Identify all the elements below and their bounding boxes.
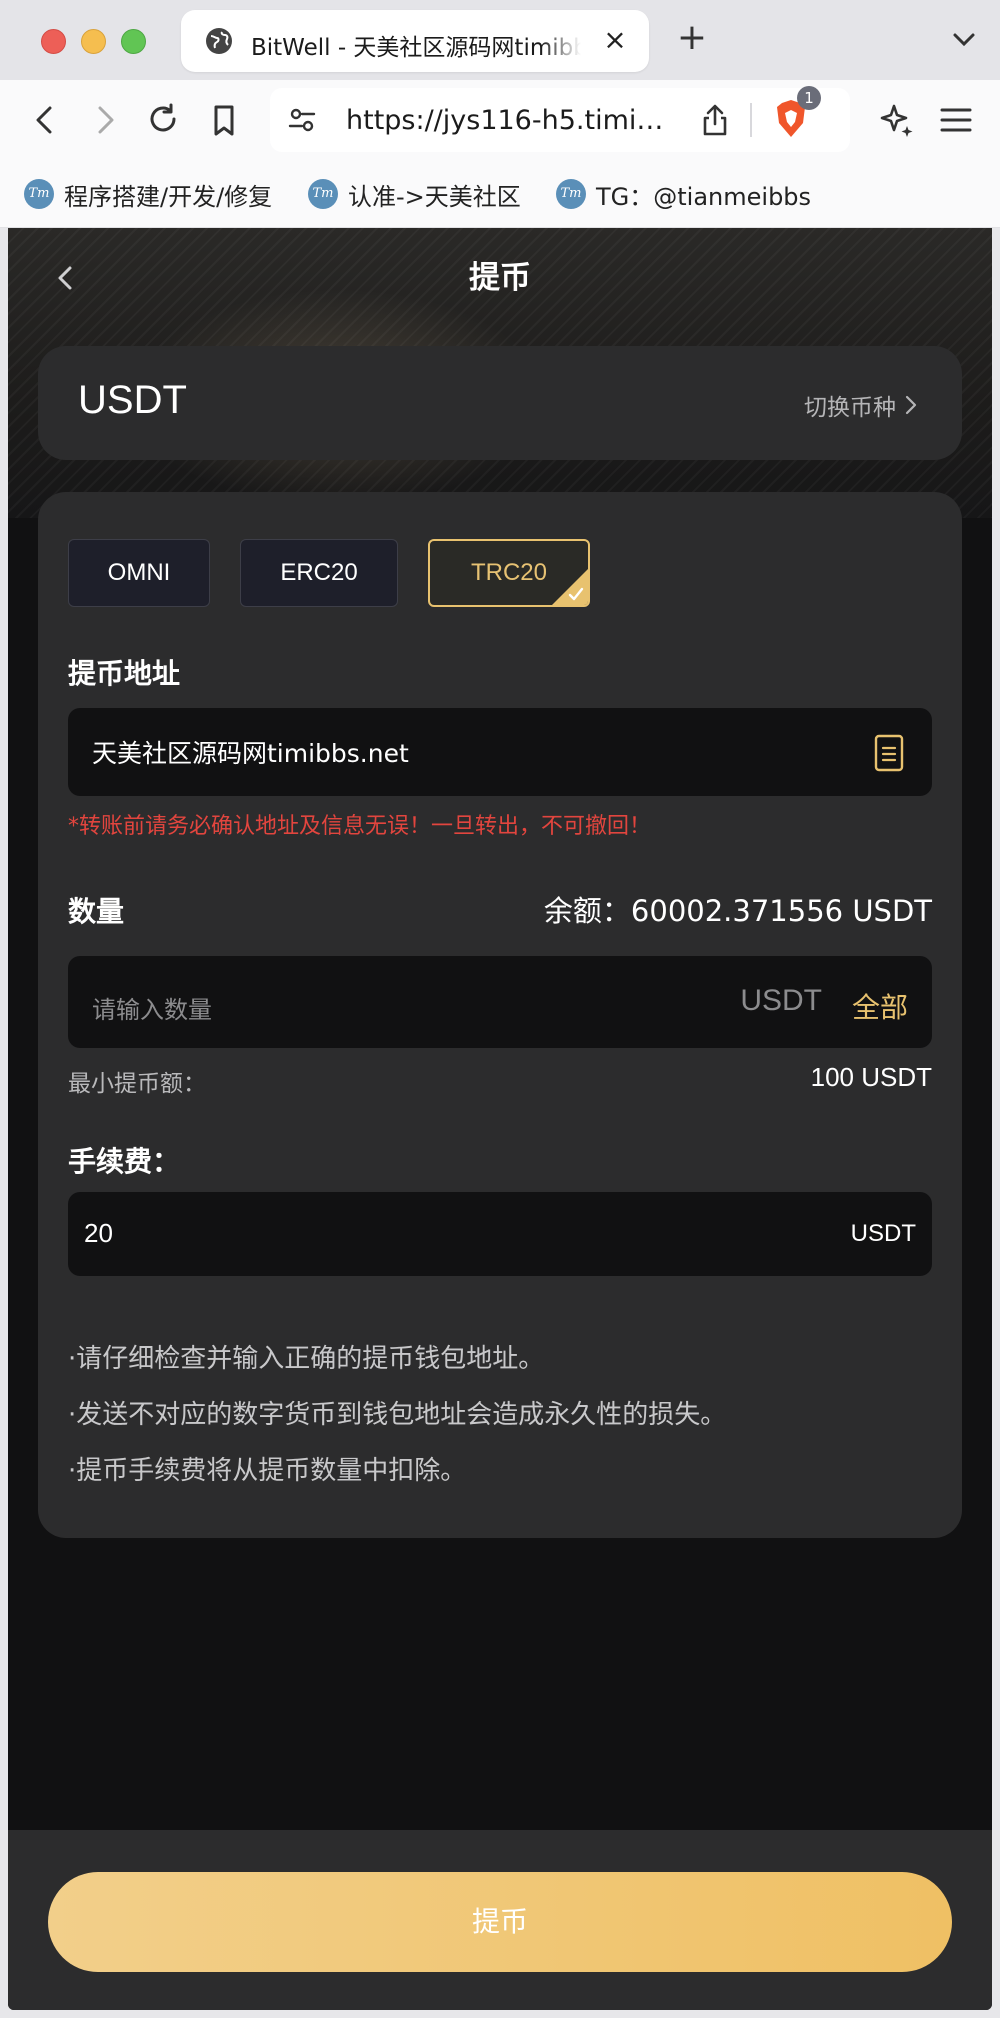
back-arrow-icon[interactable] (26, 100, 66, 140)
bookmark-item-community[interactable]: Tm 认准->天美社区 (308, 176, 521, 212)
chain-option-erc20[interactable]: ERC20 (240, 539, 398, 607)
bookmark-item-setup[interactable]: Tm 程序搭建/开发/修复 (24, 176, 272, 212)
window-close-button[interactable] (41, 29, 66, 54)
site-favicon-icon: Tm (556, 179, 586, 209)
amount-input[interactable]: 请输入数量 USDT 全部 (68, 956, 932, 1048)
bookmark-label: 程序搭建/开发/修复 (64, 182, 273, 211)
address-input[interactable]: 天美社区源码网timibbs.net (68, 708, 932, 796)
browser-tab-bar: BitWell - 天美社区源码网timibbs.net × + (0, 0, 1000, 80)
min-withdraw-value: 100 USDT (810, 1062, 932, 1092)
share-icon[interactable] (700, 102, 730, 138)
globe-icon (206, 28, 232, 54)
url-text[interactable]: https://jys116-h5.timibbs.net (346, 105, 676, 136)
hamburger-menu-icon[interactable] (936, 100, 976, 140)
withdraw-page: 提币 USDT 切换币种 OMNI ERC20 TRC20 提币地址 天美社区源… (8, 228, 992, 2010)
sparkle-ai-icon[interactable] (876, 100, 916, 140)
amount-placeholder[interactable]: 请输入数量 (92, 990, 212, 1025)
bookmark-label: TG：@tianmeibbs (596, 182, 812, 211)
fee-value: 20 (84, 1218, 113, 1248)
shield-count-badge: 1 (797, 86, 821, 110)
tip-text: ·发送不对应的数字货币到钱包地址会造成永久性的损失。 (68, 1400, 727, 1430)
chain-option-trc20[interactable]: TRC20 (428, 539, 590, 607)
amount-unit: USDT (740, 984, 822, 1017)
fee-label: 手续费： (68, 1145, 181, 1178)
address-warning-text: *转账前请务必确认地址及信息无误！一旦转出，不可撤回！ (68, 814, 652, 839)
withdraw-submit-button[interactable]: 提币 (48, 1872, 952, 1972)
address-label: 提币地址 (68, 657, 181, 690)
page-title: 提币 (469, 260, 531, 296)
bookmarks-bar: Tm 程序搭建/开发/修复 Tm 认准->天美社区 Tm TG：@tianmei… (0, 160, 1000, 228)
balance-text: 余额：60002.371556 USDT (543, 894, 932, 928)
currency-selector-card[interactable]: USDT 切换币种 (38, 346, 962, 460)
chain-option-omni[interactable]: OMNI (68, 539, 210, 607)
currency-name: USDT (78, 378, 187, 422)
new-tab-plus-icon[interactable]: + (676, 18, 708, 58)
paste-document-icon[interactable] (874, 734, 904, 772)
switch-currency-button[interactable]: 切换币种 (804, 388, 918, 422)
switch-currency-label: 切换币种 (804, 395, 896, 421)
bottom-action-bar: 提币 (8, 1830, 992, 2010)
site-favicon-icon: Tm (24, 179, 54, 209)
tab-close-icon[interactable]: × (601, 26, 629, 54)
chevron-down-icon[interactable] (950, 24, 978, 54)
fee-unit: USDT (850, 1220, 916, 1247)
tab-title: BitWell - 天美社区源码网timibbs.net (251, 28, 581, 62)
tip-text: ·请仔细检查并输入正确的提币钱包地址。 (68, 1344, 545, 1374)
address-value[interactable]: 天美社区源码网timibbs.net (92, 734, 409, 770)
site-favicon-icon: Tm (308, 179, 338, 209)
site-settings-icon[interactable] (288, 106, 316, 134)
withdraw-all-button[interactable]: 全部 (852, 986, 908, 1026)
chain-option-label: TRC20 (470, 559, 548, 586)
bookmark-item-telegram[interactable]: Tm TG：@tianmeibbs (556, 176, 811, 212)
withdraw-form-card: OMNI ERC20 TRC20 提币地址 天美社区源码网timibbs.net… (38, 492, 962, 1538)
browser-tab-active[interactable]: BitWell - 天美社区源码网timibbs.net × (181, 10, 649, 72)
amount-label: 数量 (68, 895, 125, 928)
window-minimize-button[interactable] (81, 29, 106, 54)
tip-text: ·提币手续费将从提币数量中扣除。 (68, 1456, 467, 1486)
forward-arrow-icon[interactable] (84, 100, 124, 140)
browser-toolbar: https://jys116-h5.timibbs.net 1 (0, 80, 1000, 160)
address-bar-divider (750, 103, 752, 137)
bookmark-icon[interactable] (204, 100, 244, 140)
bookmark-label: 认准->天美社区 (348, 182, 521, 211)
selected-check-icon (552, 569, 588, 605)
fee-field: 20 USDT (68, 1192, 932, 1276)
window-zoom-button[interactable] (121, 29, 146, 54)
address-bar[interactable]: https://jys116-h5.timibbs.net 1 (270, 86, 850, 152)
min-withdraw-label: 最小提币额： (68, 1071, 206, 1097)
reload-icon[interactable] (143, 100, 183, 140)
chevron-right-icon (905, 395, 917, 415)
